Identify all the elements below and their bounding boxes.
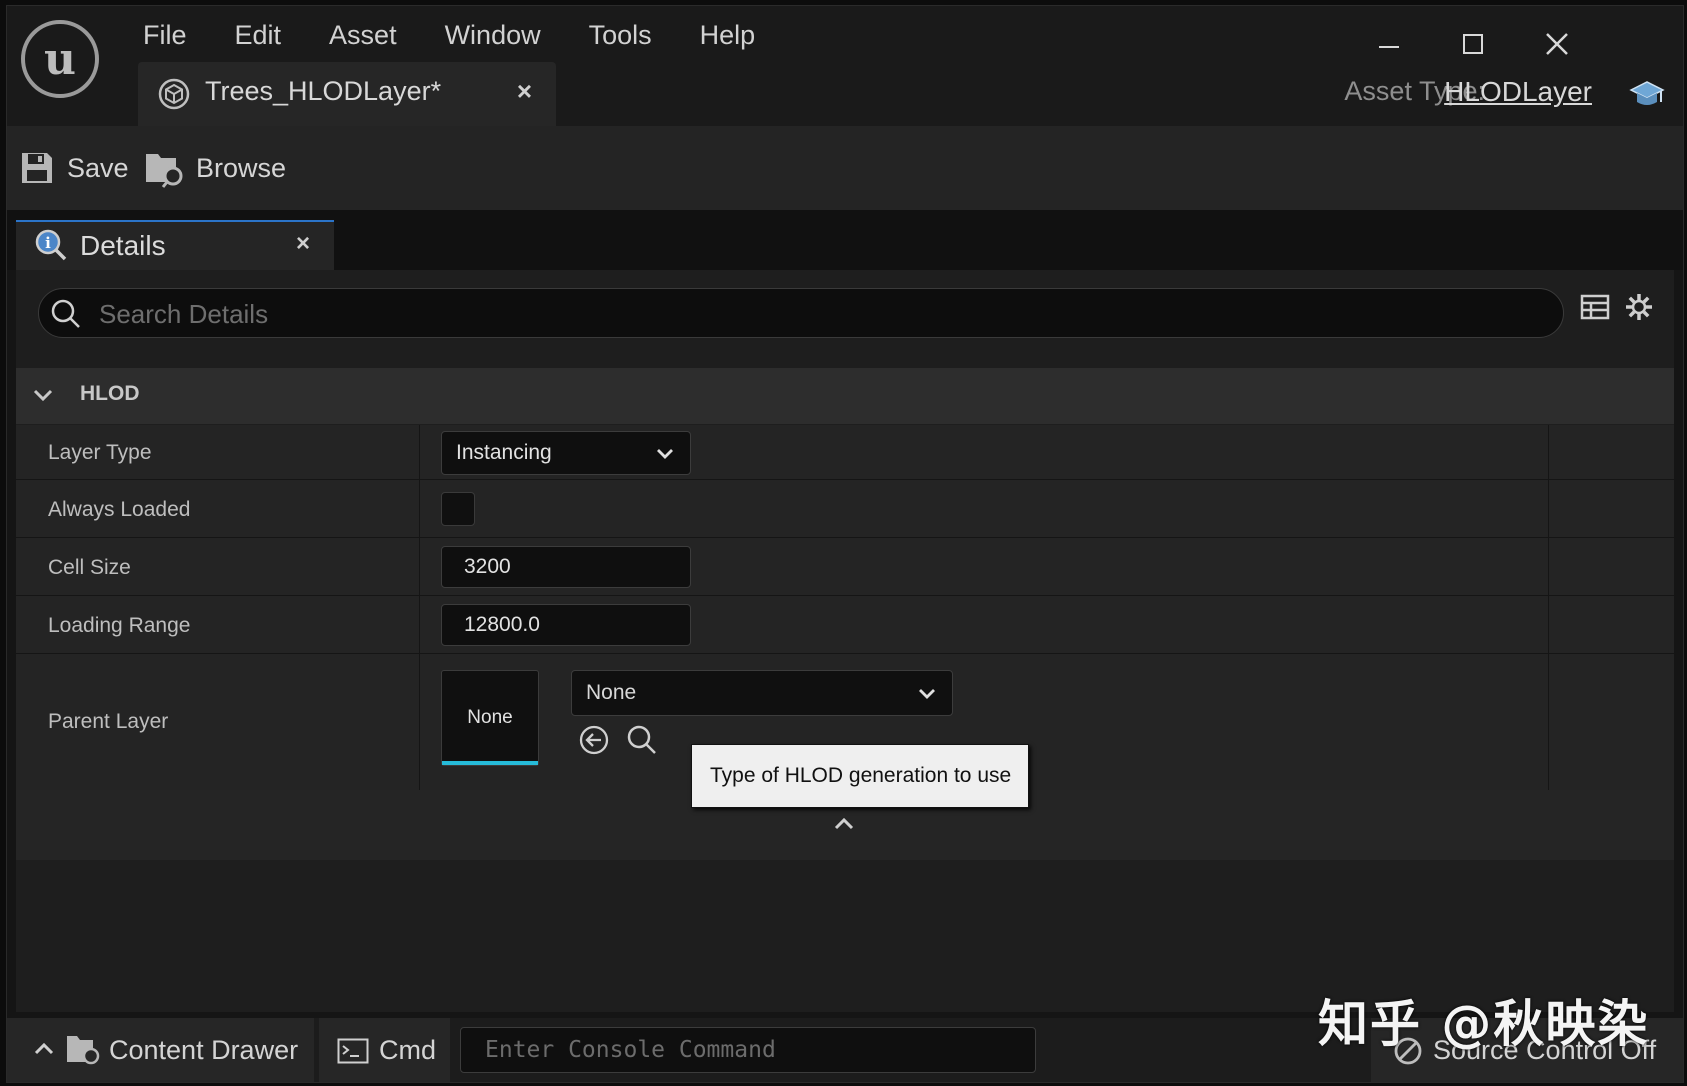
content-drawer-label: Content Drawer — [109, 1035, 299, 1065]
category-hlod[interactable]: HLOD — [16, 368, 1674, 424]
menu-edit[interactable]: Edit — [235, 14, 282, 56]
property-row-layer-type: Layer Type Instancing — [16, 425, 1674, 480]
details-panel: HLOD Layer Type Instancing Always Loaded… — [16, 270, 1674, 1012]
asset-toolbar: Save Browse — [7, 126, 1683, 210]
column-splitter[interactable] — [419, 425, 420, 479]
parent-layer-dropdown[interactable]: None — [571, 670, 953, 716]
tooltip: Type of HLOD generation to use — [691, 744, 1029, 808]
column-splitter[interactable] — [419, 596, 420, 653]
chevron-up-icon — [34, 1042, 54, 1055]
save-label: Save — [67, 152, 129, 183]
use-selected-arrow-icon[interactable] — [578, 724, 610, 756]
content-folder-icon — [67, 1036, 100, 1065]
property-row-cell-size: Cell Size 3200 — [16, 538, 1674, 596]
minimize-button[interactable] — [1369, 24, 1409, 64]
details-tab-label: Details — [80, 230, 166, 261]
column-splitter[interactable] — [1548, 538, 1549, 595]
chevron-down-icon — [657, 449, 673, 459]
property-label: Always Loaded — [48, 498, 191, 521]
document-tab[interactable]: Trees_HLODLayer* × — [138, 62, 556, 126]
chevron-down-icon — [33, 389, 53, 402]
property-row-always-loaded: Always Loaded — [16, 480, 1674, 538]
chevron-down-icon — [919, 689, 935, 699]
save-button[interactable]: Save — [19, 146, 129, 190]
menu-asset[interactable]: Asset — [329, 14, 397, 56]
minimize-icon — [1379, 46, 1399, 48]
menu-tools[interactable]: Tools — [589, 14, 652, 56]
cell-size-value: 3200 — [464, 555, 511, 578]
maximize-icon — [1463, 34, 1483, 54]
search-input[interactable] — [97, 289, 1541, 339]
terminal-icon — [337, 1038, 369, 1064]
asset-type-color-bar — [442, 761, 538, 765]
property-label: Layer Type — [48, 441, 152, 464]
loading-range-value: 12800.0 — [464, 613, 540, 636]
gear-icon[interactable] — [1624, 292, 1654, 322]
layer-type-dropdown[interactable]: Instancing — [441, 431, 691, 475]
asset-editor-window: u File Edit Asset Window Tools Help Tree… — [6, 5, 1684, 1083]
documentation-cap-icon[interactable] — [1629, 78, 1665, 110]
console-command-input[interactable] — [460, 1027, 1036, 1073]
property-matrix-icon[interactable] — [1580, 292, 1610, 322]
chevron-up-icon — [834, 817, 854, 830]
maximize-button[interactable] — [1453, 24, 1493, 64]
close-tab-button[interactable]: × — [517, 76, 532, 107]
thumbnail-label: None — [467, 707, 513, 728]
content-drawer-button[interactable]: Content Drawer — [7, 1018, 314, 1082]
parent-layer-thumbnail[interactable]: None — [441, 670, 539, 766]
close-icon — [1546, 33, 1568, 55]
panel-options — [1580, 292, 1654, 322]
menu-help[interactable]: Help — [700, 14, 756, 56]
search-box — [38, 288, 1564, 339]
menu-file[interactable]: File — [143, 14, 187, 56]
cell-size-field[interactable]: 3200 — [441, 546, 691, 588]
browse-to-asset-search-icon[interactable] — [626, 724, 658, 756]
layer-type-value: Instancing — [456, 441, 552, 464]
property-label: Parent Layer — [48, 710, 169, 733]
browse-button[interactable]: Browse — [144, 146, 286, 190]
unreal-logo-icon[interactable]: u — [21, 20, 99, 98]
details-tab[interactable]: i Details × — [16, 220, 334, 272]
column-splitter[interactable] — [419, 480, 420, 537]
property-row-loading-range: Loading Range 12800.0 — [16, 596, 1674, 654]
menu-window[interactable]: Window — [445, 14, 541, 56]
browse-label: Browse — [196, 152, 287, 183]
watermark: 知乎 @秋映染 — [1318, 995, 1650, 1053]
column-splitter[interactable] — [1548, 480, 1549, 537]
document-tab-label: Trees_HLODLayer* — [205, 76, 442, 106]
close-details-button[interactable]: × — [296, 230, 310, 258]
browse-folder-icon — [146, 154, 183, 188]
always-loaded-checkbox[interactable] — [441, 492, 475, 526]
category-label: HLOD — [80, 382, 140, 405]
column-splitter[interactable] — [1548, 654, 1549, 790]
svg-text:i: i — [45, 234, 51, 252]
asset-type-link[interactable]: HLODLayer — [1444, 76, 1592, 108]
cmd-label: Cmd — [379, 1035, 437, 1065]
save-icon — [22, 153, 52, 183]
panel-tab-bar: i Details × — [7, 210, 1683, 272]
column-splitter[interactable] — [419, 538, 420, 595]
asset-cube-icon — [158, 78, 190, 110]
menu-bar: File Edit Asset Window Tools Help — [143, 14, 803, 56]
column-splitter[interactable] — [419, 654, 420, 790]
property-label: Cell Size — [48, 556, 131, 579]
column-splitter[interactable] — [1548, 596, 1549, 653]
details-info-icon: i — [35, 229, 67, 261]
title-bar: u File Edit Asset Window Tools Help Tree… — [7, 6, 1683, 126]
close-window-button[interactable] — [1537, 24, 1577, 64]
loading-range-field[interactable]: 12800.0 — [441, 604, 691, 646]
cmd-button[interactable]: Cmd — [319, 1018, 450, 1082]
search-icon — [51, 299, 80, 328]
property-label: Loading Range — [48, 614, 191, 637]
tooltip-text: Type of HLOD generation to use — [710, 764, 1012, 787]
parent-layer-value: None — [586, 681, 637, 704]
column-splitter[interactable] — [1548, 425, 1549, 479]
